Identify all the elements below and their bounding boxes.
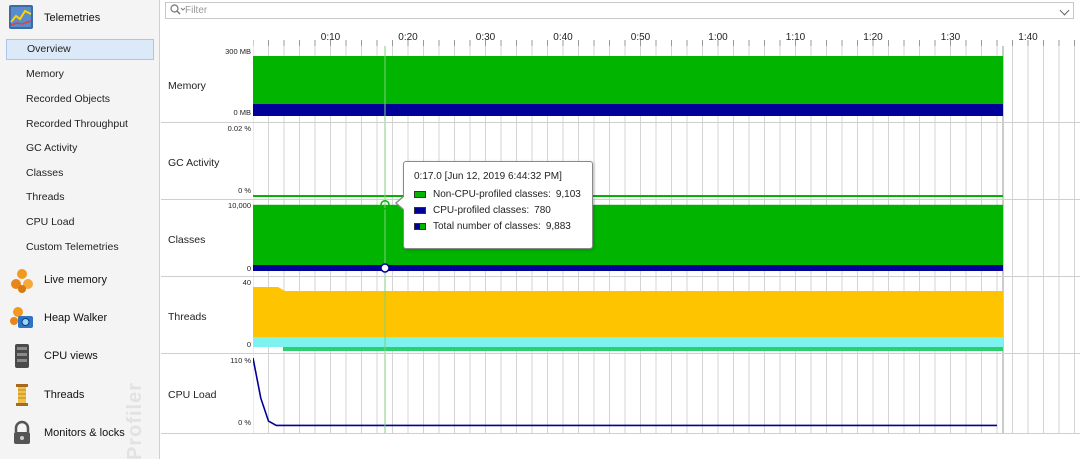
sidebar-item-cpu-load[interactable]: CPU Load	[6, 212, 154, 233]
plot-cpu-load[interactable]	[253, 354, 1080, 433]
plot-gc-activity[interactable]	[253, 123, 1080, 199]
monitors-locks-icon	[8, 419, 36, 447]
telemetries-section[interactable]: Telemetries	[8, 4, 100, 32]
memory-free-area	[253, 56, 1003, 104]
plot-threads[interactable]	[253, 277, 1080, 353]
y-min-memory: 0 MB	[233, 108, 251, 117]
heap-walker-section[interactable]: Heap Walker	[8, 304, 107, 332]
sidebar-item-threads[interactable]: Threads	[6, 187, 154, 208]
legend-swatch-cpu	[414, 206, 426, 214]
row-threads: Threads 40 0	[161, 277, 1080, 354]
plot-svg	[253, 200, 1075, 276]
tooltip-entry-cpu: CPU-profiled classes: 780	[414, 202, 582, 218]
threads-runnable-area	[253, 337, 1003, 347]
heap-walker-icon	[8, 304, 36, 332]
sidebar-item-gc-activity[interactable]: GC Activity	[6, 138, 154, 159]
sidebar-item-recorded-objects[interactable]: Recorded Objects	[6, 89, 154, 110]
filter-bar[interactable]	[165, 2, 1074, 19]
threads-waiting-area	[253, 287, 1003, 341]
time-axis-ticks	[253, 40, 1075, 46]
monitors-locks-section[interactable]: Monitors & locks	[8, 419, 125, 447]
row-label-memory: Memory	[168, 80, 206, 92]
cursor-point-cpu	[380, 263, 390, 273]
y-max-classes: 10,000	[228, 201, 251, 210]
row-label-threads: Threads	[168, 311, 207, 323]
threads-blocked-area	[283, 347, 1003, 351]
memory-used-area	[253, 104, 1003, 116]
row-classes: Classes 10,000 0	[161, 200, 1080, 277]
sidebar-item-memory[interactable]: Memory	[6, 64, 154, 85]
live-memory-section[interactable]: Live memory	[8, 266, 107, 294]
classes-cpu-area	[253, 265, 1003, 271]
tooltip-arrow-inner	[397, 196, 405, 210]
y-min-cpu: 0 %	[238, 418, 251, 427]
y-min-gc: 0 %	[238, 186, 251, 195]
sidebar-item-custom-telemetries[interactable]: Custom Telemetries	[6, 237, 154, 258]
threads-section[interactable]: Threads	[8, 381, 84, 409]
row-label-gc-activity: GC Activity	[168, 157, 220, 169]
y-max-memory: 300 MB	[225, 47, 251, 56]
sidebar: Telemetries Overview Memory Recorded Obj…	[0, 0, 160, 459]
tooltip-time: 0:17.0 [Jun 12, 2019 6:44:32 PM]	[414, 171, 562, 182]
sidebar-item-classes[interactable]: Classes	[6, 163, 154, 184]
legend-swatch-non-cpu	[414, 190, 426, 198]
tooltip-label-total: Total number of classes:	[433, 220, 541, 232]
heap-walker-label: Heap Walker	[44, 312, 108, 324]
plot-svg	[253, 46, 1075, 122]
monitors-locks-label: Monitors & locks	[44, 427, 125, 439]
plot-classes[interactable]	[253, 200, 1080, 276]
y-min-threads: 0	[246, 340, 251, 349]
row-cpu-load: CPU Load 110 % 0 %	[161, 354, 1080, 434]
y-max-cpu: 110 %	[230, 356, 251, 365]
plot-svg	[253, 123, 1075, 199]
tooltip-label-non-cpu: Non-CPU-profiled classes:	[433, 188, 551, 200]
search-icon	[169, 3, 186, 18]
classes-non-cpu-area	[253, 204, 1003, 265]
watermark: Profiler	[124, 381, 146, 459]
threads-section-label: Threads	[44, 389, 85, 401]
legend-swatch-total	[414, 222, 426, 230]
telemetries-label: Telemetries	[44, 12, 101, 24]
tooltip-value-non-cpu: 9,103	[555, 188, 581, 200]
y-max-threads: 40	[242, 278, 251, 287]
tooltip-label-cpu: CPU-profiled classes:	[433, 204, 530, 216]
row-label-cpu-load: CPU Load	[168, 389, 217, 401]
sidebar-item-overview[interactable]: Overview	[6, 39, 154, 60]
plot-svg	[253, 354, 1075, 433]
tooltip-value-total: 9,883	[545, 220, 571, 232]
row-gc-activity: GC Activity 0.02 % 0 %	[161, 123, 1080, 200]
y-min-classes: 0	[246, 264, 251, 273]
live-memory-icon	[8, 266, 36, 294]
row-label-classes: Classes	[168, 234, 206, 246]
chevron-down-icon[interactable]	[1059, 5, 1070, 16]
y-max-gc: 0.02 %	[227, 124, 251, 133]
tooltip-entry-non-cpu: Non-CPU-profiled classes: 9,103	[414, 186, 582, 202]
telemetry-overview: 0:10 0:20 0:30 0:40 0:50 1:00 1:10 1:20 1:30 1:40…	[161, 20, 1080, 459]
tooltip-entry-total: Total number of classes: 9,883	[414, 218, 582, 234]
plot-memory[interactable]	[253, 46, 1080, 122]
tooltip-value-cpu: 780	[534, 204, 551, 216]
cpu-views-section[interactable]: CPU views	[8, 342, 98, 370]
filter-input[interactable]	[185, 3, 1045, 18]
live-memory-label: Live memory	[44, 274, 107, 286]
row-memory: Memory 300 MB 0 MB	[161, 46, 1080, 123]
plot-svg	[253, 277, 1075, 353]
time-axis: 0:10 0:20 0:30 0:40 0:50 1:00 1:10 1:20 1:30 1:40	[253, 20, 1080, 46]
cpu-views-label: CPU views	[44, 350, 98, 362]
cpu-views-icon	[8, 342, 36, 370]
classes-tooltip: 0:17.0 [Jun 12, 2019 6:44:32 PM] Non-CPU…	[395, 161, 593, 249]
telemetries-icon	[8, 4, 36, 32]
threads-icon	[8, 381, 36, 409]
sidebar-item-recorded-throughput[interactable]: Recorded Throughput	[6, 114, 154, 135]
